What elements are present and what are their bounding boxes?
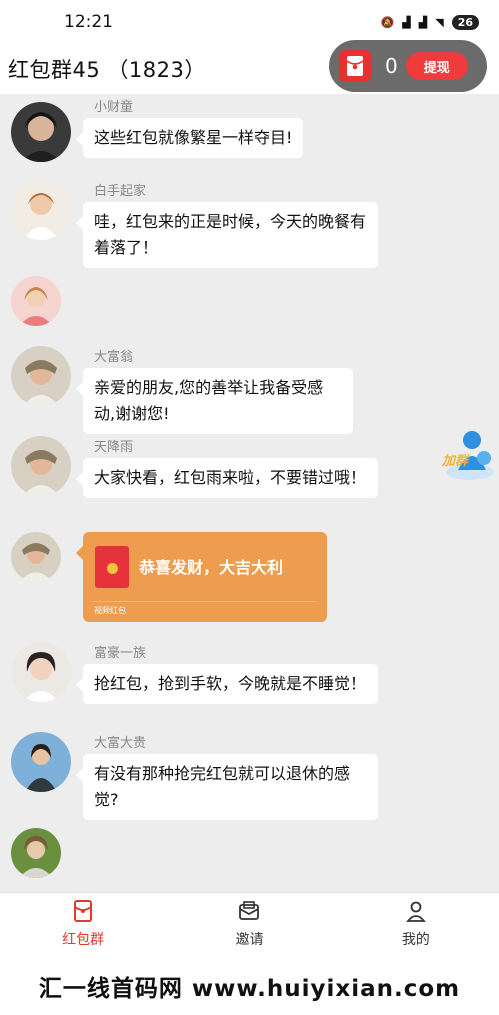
avatar[interactable] — [11, 102, 71, 162]
join-group-button[interactable]: 加群 — [440, 428, 496, 484]
group-title: 红包群45 （1823） — [8, 58, 206, 82]
avatar[interactable] — [11, 828, 61, 878]
red-packet-icon — [74, 900, 93, 922]
red-packet-title: 恭喜发财，大吉大利 — [139, 558, 284, 577]
status-bar: 12:21 🔕 ▟ ▟ ◥ 26 — [0, 0, 499, 44]
message-bubble[interactable]: 有没有那种抢完红包就可以退休的感觉? — [76, 754, 378, 820]
status-time: 12:21 — [64, 12, 113, 32]
avatar[interactable] — [11, 436, 71, 496]
tab-label: 红包群 — [62, 932, 105, 948]
status-icons: 🔕 ▟ ▟ ◥ 26 — [380, 14, 479, 30]
red-envelope-icon — [339, 50, 371, 82]
avatar[interactable] — [11, 532, 61, 582]
avatar[interactable] — [11, 180, 71, 240]
avatar[interactable] — [11, 276, 61, 326]
sender-name: 大富翁 — [94, 350, 134, 365]
sender-name: 富豪一族 — [94, 646, 147, 661]
message-bubble[interactable]: 亲爱的朋友,您的善举让我备受感动,谢谢您! — [76, 368, 353, 434]
sender-name: 白手起家 — [94, 184, 147, 199]
tab-invite[interactable]: 邀请 — [166, 893, 332, 956]
tab-profile[interactable]: 我的 — [333, 893, 499, 956]
join-group-label: 加群 — [442, 454, 469, 469]
message-bubble[interactable]: 哇，红包来的正是时候，今天的晚餐有着落了！ — [76, 202, 378, 268]
tab-label: 我的 — [401, 932, 430, 948]
red-packet-icon — [95, 546, 129, 588]
wallet-capsule[interactable]: 0 提现 — [329, 40, 487, 92]
wallet-balance: 0 — [385, 54, 398, 78]
sender-name: 大富大贵 — [94, 736, 147, 751]
bottom-tab-bar: 红包群 邀请 我的 — [0, 892, 499, 956]
chat-list[interactable]: 小财童 这些红包就像繁星一样夺目! 白手起家 哇，红包来的正是时候，今天的晚餐有… — [0, 94, 499, 892]
avatar[interactable] — [11, 346, 71, 406]
wifi-icon: ◥ — [435, 15, 444, 29]
avatar[interactable] — [11, 732, 71, 792]
message-bubble[interactable]: 这些红包就像繁星一样夺目! — [75, 118, 304, 158]
signal-icon: ▟ — [402, 15, 411, 29]
invite-icon — [239, 901, 260, 920]
profile-icon — [405, 901, 426, 922]
battery-indicator: 26 — [451, 14, 479, 30]
message-bubble[interactable]: 抢红包，抢到手软，今晚就是不睡觉！ — [76, 664, 378, 704]
site-watermark: 汇一线首码网 www.huiyixian.com — [0, 956, 499, 1015]
avatar[interactable] — [11, 642, 71, 702]
sender-name: 小财童 — [94, 100, 134, 115]
sender-name: 天降雨 — [94, 440, 134, 455]
divider — [93, 601, 317, 602]
message-bubble[interactable]: 大家快看，红包雨来啦，不要错过哦！ — [76, 458, 378, 498]
mute-icon: 🔕 — [380, 15, 395, 29]
tab-red-packet-group[interactable]: 红包群 — [0, 893, 166, 956]
red-packet-footer: 视频红包 — [94, 606, 126, 615]
signal-icon-2: ▟ — [418, 15, 428, 29]
withdraw-button[interactable]: 提现 — [405, 52, 468, 80]
tab-label: 邀请 — [235, 932, 264, 948]
red-packet-message[interactable]: 恭喜发财，大吉大利 视频红包 — [76, 532, 327, 622]
